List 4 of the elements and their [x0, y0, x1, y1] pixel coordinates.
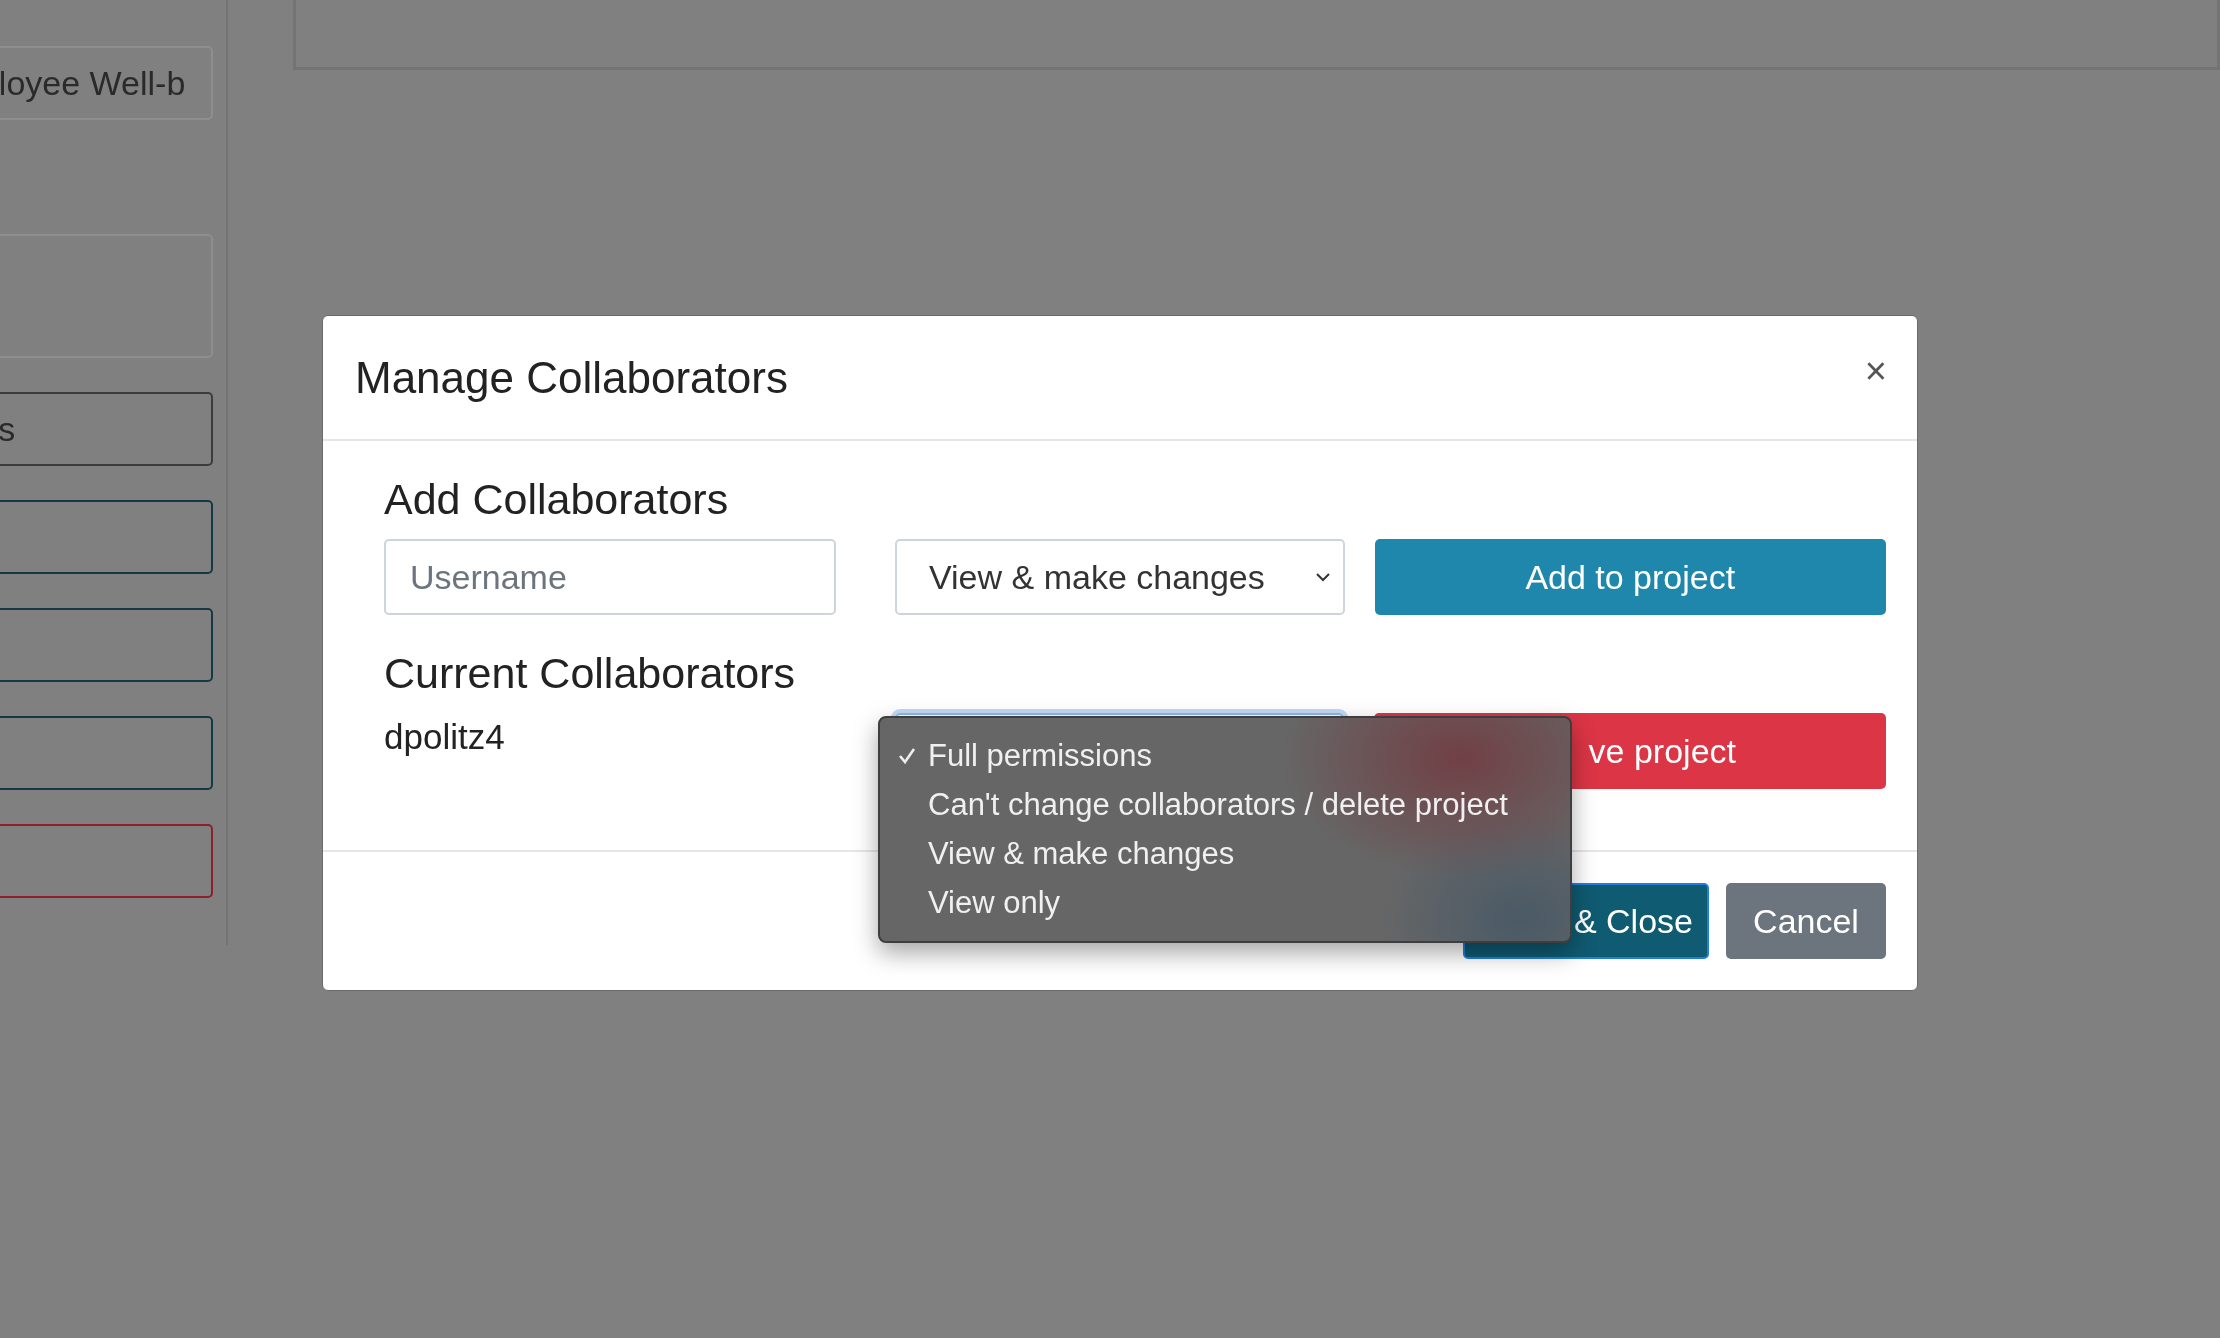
- section-heading: Current Collaborators: [384, 649, 797, 699]
- collaborator-name: dpolitz4: [384, 716, 506, 757]
- section-heading: Add Collaborators: [384, 475, 730, 525]
- modal-title: Manage Collaborators: [355, 352, 788, 403]
